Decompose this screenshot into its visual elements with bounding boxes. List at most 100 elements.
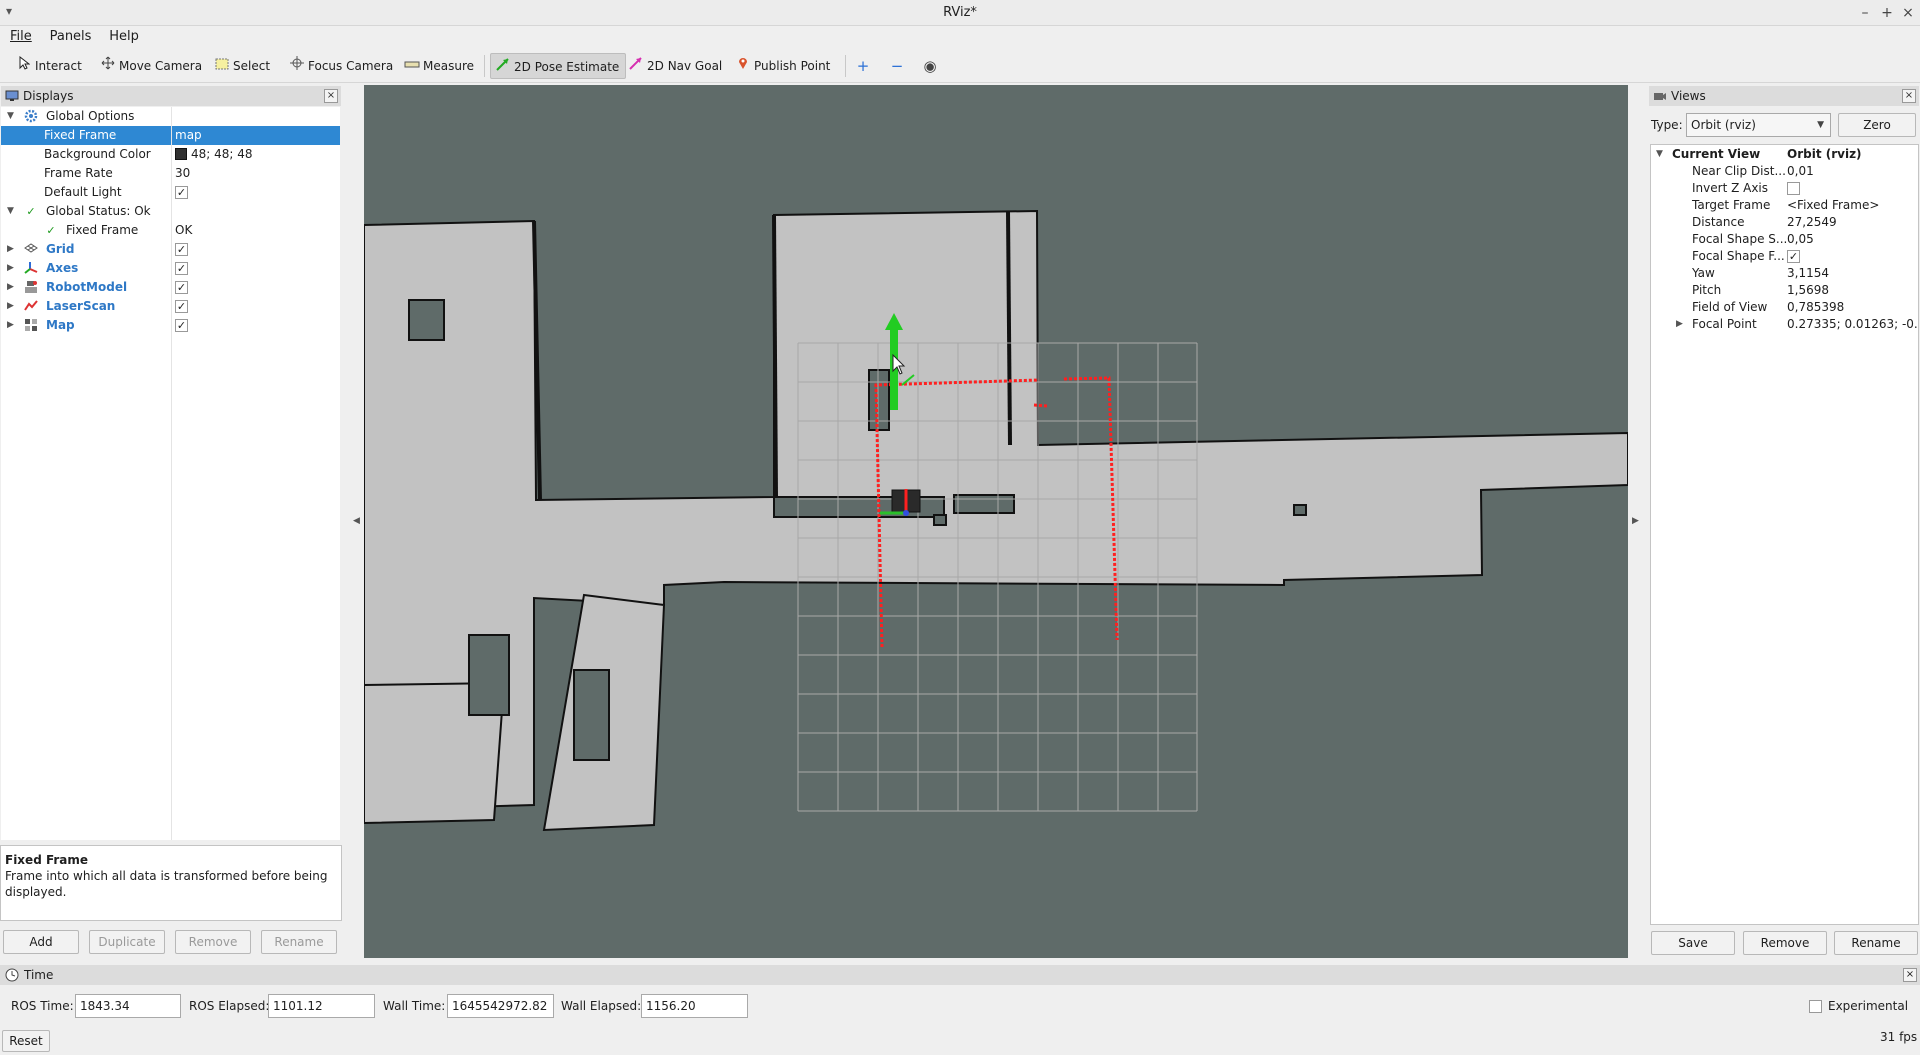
focal-point-value[interactable]: 0.27335; 0.01263; -0....	[1787, 316, 1917, 333]
rename-view-button[interactable]: Rename	[1834, 931, 1918, 955]
2d-pose-estimate-tool[interactable]: 2D Pose Estimate	[490, 53, 627, 79]
axes-checkbox[interactable]: ✓	[175, 262, 188, 275]
axes-icon	[23, 261, 39, 277]
right-collapse-arrow-icon[interactable]: ▶	[1632, 516, 1639, 526]
gear-icon	[23, 109, 39, 125]
expand-arrow-icon[interactable]: ▼	[7, 202, 17, 221]
view-prop-target-frame[interactable]: Target Frame <Fixed Frame>	[1650, 197, 1919, 214]
plus-icon[interactable]: +	[852, 55, 874, 77]
collapse-arrow-icon[interactable]: ▶	[7, 297, 17, 316]
near-clip-label: Near Clip Dist...	[1692, 164, 1786, 178]
interact-tool[interactable]: Interact	[12, 53, 88, 79]
view-prop-field-of-view[interactable]: Field of View 0,785398	[1650, 299, 1919, 316]
collapse-arrow-icon[interactable]: ▶	[7, 278, 17, 297]
background-color-value[interactable]: 48; 48; 48	[175, 145, 253, 164]
window-titlebar: ▾ RViz* – + ×	[0, 0, 1920, 26]
expand-arrow-icon[interactable]: ▼	[7, 107, 17, 126]
near-clip-value[interactable]: 0,01	[1787, 163, 1917, 180]
close-panel-icon[interactable]: ×	[1903, 968, 1917, 982]
view-prop-pitch[interactable]: Pitch 1,5698	[1650, 282, 1919, 299]
invert-z-checkbox[interactable]	[1787, 182, 1800, 195]
ros-time-field[interactable]: 1843.34	[75, 994, 181, 1018]
column-separator	[171, 107, 172, 840]
publish-point-tool[interactable]: Publish Point	[731, 53, 836, 79]
view-prop-focal-shape-size[interactable]: Focal Shape S... 0,05	[1650, 231, 1919, 248]
current-view-row[interactable]: ▼ Current View Orbit (rviz)	[1650, 146, 1919, 163]
duplicate-button[interactable]: Duplicate	[89, 930, 165, 954]
view-prop-yaw[interactable]: Yaw 3,1154	[1650, 265, 1919, 282]
target-frame-value[interactable]: <Fixed Frame>	[1787, 197, 1917, 214]
minimize-icon[interactable]: –	[1855, 3, 1875, 23]
wall-elapsed-field[interactable]: 1156.20	[641, 994, 748, 1018]
global-options-label: Global Options	[46, 109, 135, 123]
ruler-icon	[404, 53, 420, 79]
map-checkbox[interactable]: ✓	[175, 319, 188, 332]
add-button[interactable]: Add	[3, 930, 79, 954]
focal-shape-fixed-checkbox[interactable]: ✓	[1787, 250, 1800, 263]
collapse-arrow-icon[interactable]: ▶	[1676, 316, 1683, 333]
menu-help[interactable]: Help	[105, 26, 143, 47]
default-light-checkbox[interactable]: ✓	[175, 186, 188, 199]
cursor-icon	[16, 53, 32, 79]
pink-goal-arrow-icon	[628, 53, 644, 79]
map-render[interactable]	[364, 85, 1628, 958]
view-prop-invert-z[interactable]: Invert Z Axis	[1650, 180, 1919, 197]
expand-arrow-icon[interactable]: ▼	[1656, 146, 1663, 163]
fixed-frame-value[interactable]: map	[175, 126, 202, 145]
distance-value[interactable]: 27,2549	[1787, 214, 1917, 231]
close-panel-icon[interactable]: ×	[1902, 89, 1916, 103]
measure-tool[interactable]: Measure	[400, 53, 480, 79]
ros-time-label: ROS Time:	[11, 999, 74, 1013]
view-prop-focal-point[interactable]: ▶ Focal Point 0.27335; 0.01263; -0....	[1650, 316, 1919, 333]
robotmodel-checkbox[interactable]: ✓	[175, 281, 188, 294]
collapse-arrow-icon[interactable]: ▶	[7, 240, 17, 259]
pitch-value[interactable]: 1,5698	[1787, 282, 1917, 299]
frame-rate-value[interactable]: 30	[175, 164, 190, 183]
maximize-icon[interactable]: +	[1877, 3, 1897, 23]
target-frame-label: Target Frame	[1692, 198, 1771, 212]
collapse-arrow-icon[interactable]: ▶	[7, 316, 17, 335]
rename-display-button[interactable]: Rename	[261, 930, 337, 954]
description-text: Frame into which all data is transformed…	[5, 869, 328, 899]
collapse-arrow-icon[interactable]: ▶	[7, 259, 17, 278]
focus-camera-tool[interactable]: Focus Camera	[285, 53, 399, 79]
view-type-dropdown[interactable]: Orbit (rviz) ▼	[1686, 113, 1831, 137]
save-view-button[interactable]: Save	[1651, 931, 1735, 955]
default-light-label: Default Light	[44, 185, 122, 199]
select-tool[interactable]: Select	[210, 53, 276, 79]
move-camera-tool[interactable]: Move Camera	[96, 53, 208, 79]
close-icon[interactable]: ×	[1898, 3, 1918, 23]
status-fixed-frame-label: Fixed Frame	[66, 223, 139, 237]
render-viewport[interactable]	[364, 85, 1628, 958]
ros-elapsed-field[interactable]: 1101.12	[268, 994, 375, 1018]
laserscan-checkbox[interactable]: ✓	[175, 300, 188, 313]
left-collapse-arrow-icon[interactable]: ◀	[353, 516, 360, 526]
2d-nav-goal-tool[interactable]: 2D Nav Goal	[624, 53, 728, 79]
grid-icon	[23, 242, 39, 258]
remove-display-button[interactable]: Remove	[175, 930, 251, 954]
wall-time-field[interactable]: 1645542972.82	[447, 994, 554, 1018]
experimental-checkbox[interactable]	[1809, 1000, 1822, 1013]
eye-icon[interactable]: ◉	[919, 55, 941, 77]
menu-panels[interactable]: Panels	[46, 26, 96, 47]
view-prop-distance[interactable]: Distance 27,2549	[1650, 214, 1919, 231]
close-panel-icon[interactable]: ×	[324, 89, 338, 103]
view-prop-near-clip[interactable]: Near Clip Dist... 0,01	[1650, 163, 1919, 180]
reset-button[interactable]: Reset	[2, 1030, 50, 1052]
grid-checkbox[interactable]: ✓	[175, 243, 188, 256]
zero-button[interactable]: Zero	[1838, 113, 1916, 137]
menu-file[interactable]: File	[6, 26, 36, 47]
yaw-value[interactable]: 3,1154	[1787, 265, 1917, 282]
current-view-value: Orbit (rviz)	[1787, 147, 1862, 161]
focal-point-label: Focal Point	[1692, 317, 1757, 331]
color-swatch	[175, 148, 187, 160]
select-label: Select	[233, 59, 271, 73]
2d-nav-goal-label: 2D Nav Goal	[647, 59, 723, 73]
background-color-text: 48; 48; 48	[191, 147, 253, 161]
field-of-view-value[interactable]: 0,785398	[1787, 299, 1917, 316]
remove-view-button[interactable]: Remove	[1743, 931, 1827, 955]
minus-icon[interactable]: −	[886, 55, 908, 77]
laserscan-label: LaserScan	[46, 299, 116, 313]
view-prop-focal-shape-fixed[interactable]: Focal Shape F... ✓	[1650, 248, 1919, 265]
focal-shape-size-value[interactable]: 0,05	[1787, 231, 1917, 248]
